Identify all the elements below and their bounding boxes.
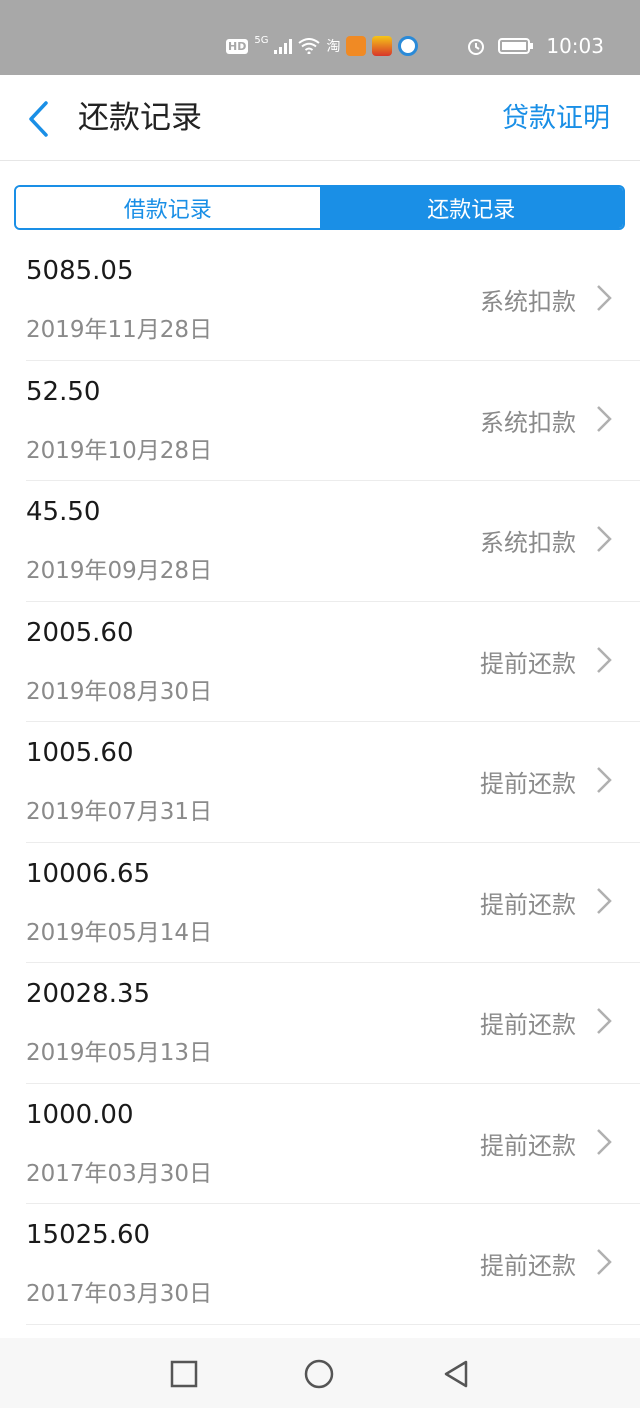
status-icons-right: 10:03 [466, 34, 604, 58]
chevron-right-icon [597, 405, 612, 432]
list-item[interactable]: 2005.60 2019年08月30日 提前还款 [26, 602, 640, 722]
list-item[interactable]: 1005.60 2019年07月31日 提前还款 [26, 722, 640, 843]
tab-repayment-records[interactable]: 还款记录 [319, 187, 623, 228]
list-item[interactable]: 15025.60 2017年03月30日 提前还款 [26, 1204, 640, 1325]
repayment-type: 提前还款 [480, 770, 576, 798]
repayment-date: 2019年10月28日 [26, 437, 213, 464]
square-icon[interactable] [168, 1358, 200, 1390]
system-nav-bar [0, 1338, 640, 1408]
battery-icon [498, 38, 534, 54]
repayment-type: 系统扣款 [480, 288, 576, 316]
list-item[interactable]: 10006.65 2019年05月14日 提前还款 [26, 843, 640, 963]
repayment-list: 5085.05 2019年11月28日 系统扣款 52.50 2019年10月2… [0, 240, 640, 1325]
repayment-amount: 52.50 [26, 376, 101, 407]
status-icons-left: HD 5G 淘 [226, 34, 419, 56]
back-button[interactable] [22, 97, 62, 141]
tab-borrow-records[interactable]: 借款记录 [16, 187, 320, 228]
app-header: 还款记录 贷款证明 [0, 75, 640, 161]
repayment-amount: 15025.60 [26, 1220, 151, 1250]
chevron-left-icon [29, 101, 48, 137]
wifi-icon [298, 38, 321, 54]
alarm-icon [468, 39, 485, 55]
repayment-date: 2019年11月28日 [26, 317, 213, 343]
network-label: 5G [254, 34, 269, 46]
status-bar: HD 5G 淘 10:03 [0, 0, 640, 75]
chevron-right-icon [597, 526, 612, 552]
repayment-date: 2019年08月30日 [26, 678, 213, 705]
circle-icon[interactable] [303, 1358, 335, 1390]
repayment-date: 2019年09月28日 [26, 558, 213, 584]
chevron-right-icon [597, 646, 612, 673]
record-tabs: 借款记录 还款记录 [14, 185, 625, 230]
list-item[interactable]: 5085.05 2019年11月28日 系统扣款 [26, 240, 640, 361]
app-icon-sogou [372, 36, 393, 56]
chevron-right-icon [597, 887, 612, 914]
chevron-right-icon [597, 1128, 612, 1155]
hd-icon: HD [226, 38, 249, 54]
repayment-type: 提前还款 [480, 649, 576, 678]
chevron-right-icon [597, 1008, 612, 1034]
app-icon-orange [346, 36, 367, 56]
chevron-right-icon [597, 767, 612, 793]
triangle-back-icon[interactable] [440, 1358, 472, 1390]
repayment-amount: 1005.60 [26, 738, 134, 768]
taobao-icon: 淘 [326, 39, 341, 55]
clock: 10:03 [546, 34, 604, 58]
list-item[interactable]: 45.50 2019年09月28日 系统扣款 [26, 481, 640, 602]
repayment-date: 2019年05月13日 [26, 1040, 213, 1066]
app-icon-blue [398, 36, 419, 56]
list-item[interactable]: 52.50 2019年10月28日 系统扣款 [26, 361, 640, 481]
repayment-type: 提前还款 [480, 890, 576, 919]
repayment-type: 系统扣款 [480, 529, 576, 557]
repayment-type: 提前还款 [480, 1011, 576, 1039]
repayment-amount: 1000.00 [26, 1099, 134, 1130]
list-item[interactable]: 1000.00 2017年03月30日 提前还款 [26, 1084, 640, 1204]
repayment-date: 2019年07月31日 [26, 799, 213, 825]
repayment-amount: 45.50 [26, 497, 101, 527]
repayment-amount: 5085.05 [26, 256, 134, 286]
repayment-type: 提前还款 [480, 1252, 576, 1280]
repayment-date: 2019年05月14日 [26, 919, 213, 946]
page-title: 还款记录 [78, 100, 202, 136]
signal-icon [274, 39, 293, 54]
chevron-right-icon [597, 1249, 612, 1275]
repayment-type: 系统扣款 [480, 408, 576, 437]
repayment-date: 2017年03月30日 [26, 1160, 213, 1187]
loan-certificate-link[interactable]: 贷款证明 [502, 99, 610, 139]
repayment-amount: 10006.65 [26, 858, 151, 889]
repayment-type: 提前还款 [480, 1131, 576, 1160]
repayment-amount: 20028.35 [26, 979, 151, 1009]
repayment-date: 2017年03月30日 [26, 1281, 213, 1307]
list-item[interactable]: 20028.35 2019年05月13日 提前还款 [26, 963, 640, 1084]
chevron-right-icon [597, 285, 612, 311]
repayment-amount: 2005.60 [26, 617, 134, 648]
